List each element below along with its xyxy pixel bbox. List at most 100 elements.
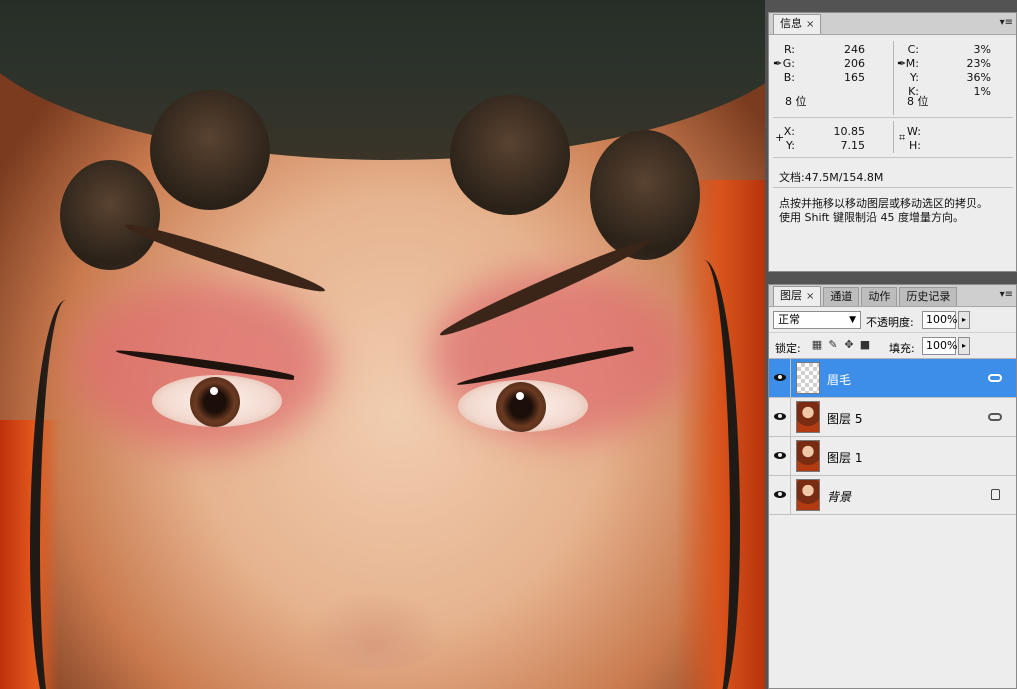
lock-label: 锁定: [775, 342, 801, 355]
r-value: 246 [844, 43, 865, 56]
layer-name: 背景 [827, 490, 852, 504]
tab-info[interactable]: 信息 × [773, 14, 822, 34]
y-cmyk-label: Y: [910, 71, 919, 84]
eye-icon [774, 452, 786, 459]
k-value: 1% [973, 85, 991, 98]
iris-left [190, 377, 240, 427]
y-value: 7.15 [840, 139, 866, 152]
iris-right [496, 382, 546, 432]
tab-history[interactable]: 历史记录 [899, 287, 958, 306]
fill-value: 100% [926, 339, 958, 352]
opacity-slider-button[interactable]: ▸ [958, 311, 970, 329]
m-value: 23% [966, 57, 991, 70]
lock-position-icon[interactable]: ✥ [843, 339, 855, 351]
g-value: 206 [844, 57, 865, 70]
fill-label: 填充: [889, 342, 915, 355]
lock-image-icon[interactable]: ✎ [827, 339, 839, 351]
x-label: X: [783, 125, 795, 138]
layers-panel: 图层 × 通道 动作 历史记录 ▾≡ 正常 ▼ 不透明度: 100% ▸ 锁定: … [768, 284, 1017, 689]
lock-row: 锁定: ▦ ✎ ✥ ■ 填充: 100% ▸ [769, 333, 1016, 359]
tab-layers[interactable]: 图层 × [773, 286, 822, 306]
opacity-input[interactable]: 100% [922, 311, 958, 329]
eye-icon [774, 374, 786, 381]
tab-layers-label: 图层 [780, 289, 802, 302]
c-label: C: [907, 43, 919, 56]
layer-name: 图层 5 [827, 412, 863, 426]
rgb-bit-depth: 8 位 [785, 95, 807, 108]
r-label: R: [783, 43, 795, 56]
layer-name: 眉毛 [827, 373, 852, 387]
info-readout: ✒ R: 246 G: 206 B: 165 8 位 ✒ C: 3% M: 23… [769, 35, 1016, 271]
divider [773, 117, 1013, 118]
info-panel-tabbar: 信息 × ▾≡ [769, 13, 1016, 35]
document-size: 文档:47.5M/154.8M [779, 171, 884, 184]
panel-dock: 信息 × ▾≡ ✒ R: 246 G: 206 B: 165 8 位 ✒ C: 3… [765, 0, 1017, 689]
fill-input[interactable]: 100% [922, 337, 958, 355]
eye-icon [774, 491, 786, 498]
panel-menu-icon[interactable]: ▾≡ [1000, 289, 1013, 300]
layer-row-layer1[interactable]: 图层 1 [769, 437, 1016, 476]
close-icon[interactable]: × [806, 19, 814, 30]
lock-icon [991, 489, 1000, 500]
visibility-toggle[interactable] [769, 476, 791, 514]
visibility-toggle[interactable] [769, 437, 791, 475]
cmyk-bit-depth: 8 位 [907, 95, 929, 108]
selection-size-icon: ⌗ [899, 131, 906, 144]
opacity-label: 不透明度: [866, 316, 914, 329]
fill-slider-button[interactable]: ▸ [958, 337, 970, 355]
hair-curl [450, 95, 570, 215]
layer-thumbnail [796, 362, 820, 394]
eye-right [458, 380, 588, 432]
close-icon[interactable]: × [806, 291, 814, 302]
y-label: Y: [786, 139, 795, 152]
m-label: M: [905, 57, 919, 70]
w-label: W: [907, 125, 921, 138]
visibility-toggle[interactable] [769, 359, 791, 397]
x-value: 10.85 [833, 125, 866, 138]
tab-info-label: 信息 [780, 17, 802, 30]
lock-all-icon[interactable]: ■ [859, 339, 871, 351]
hair-curl [150, 90, 270, 210]
eye-left [152, 375, 282, 427]
layer-thumbnail [796, 401, 820, 433]
layer-name: 图层 1 [827, 451, 863, 465]
b-value: 165 [844, 71, 865, 84]
hair-curl [60, 160, 160, 270]
chevron-down-icon: ▼ [849, 315, 856, 325]
link-icon [988, 413, 1002, 421]
panel-menu-icon[interactable]: ▾≡ [1000, 17, 1013, 28]
c-value: 3% [973, 43, 991, 56]
tab-channels-label: 通道 [830, 290, 853, 303]
blend-mode-value: 正常 [778, 313, 800, 326]
tab-history-label: 历史记录 [906, 290, 951, 303]
layer-thumbnail [796, 479, 820, 511]
layers-panel-tabbar: 图层 × 通道 动作 历史记录 ▾≡ [769, 285, 1016, 307]
info-panel: 信息 × ▾≡ ✒ R: 246 G: 206 B: 165 8 位 ✒ C: 3… [768, 12, 1017, 272]
b-label: B: [783, 71, 795, 84]
layer-row-background[interactable]: 背景 [769, 476, 1016, 515]
layer-row-eyebrows[interactable]: 眉毛 [769, 359, 1016, 398]
tool-hint-line2: 使用 Shift 键限制沿 45 度增量方向。 [779, 211, 964, 224]
y-cmyk-value: 36% [966, 71, 991, 84]
divider [893, 41, 894, 115]
visibility-toggle[interactable] [769, 398, 791, 436]
tab-channels[interactable]: 通道 [823, 287, 860, 306]
blend-row: 正常 ▼ 不透明度: 100% ▸ [769, 307, 1016, 333]
tab-actions-label: 动作 [868, 290, 891, 303]
h-label: H: [909, 139, 921, 152]
tab-actions[interactable]: 动作 [861, 287, 898, 306]
blend-mode-select[interactable]: 正常 ▼ [773, 311, 861, 329]
g-label: G: [782, 57, 795, 70]
layer-list: 眉毛 图层 5 图层 1 背景 [769, 359, 1016, 559]
opacity-value: 100% [926, 313, 958, 326]
document-canvas[interactable] [0, 0, 765, 689]
eye-icon [774, 413, 786, 420]
divider [893, 121, 894, 153]
lock-transparent-icon[interactable]: ▦ [811, 339, 823, 351]
link-icon [988, 374, 1002, 382]
divider [773, 187, 1013, 188]
layer-row-layer5[interactable]: 图层 5 [769, 398, 1016, 437]
nose [300, 590, 450, 670]
divider [773, 157, 1013, 158]
layer-thumbnail [796, 440, 820, 472]
